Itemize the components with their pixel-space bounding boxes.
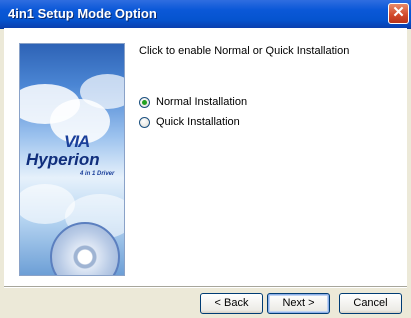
close-icon: ✕ bbox=[392, 4, 405, 21]
normal-installation-radio[interactable] bbox=[139, 96, 150, 108]
via-logo: VIA bbox=[64, 132, 90, 151]
quick-installation-label: Quick Installation bbox=[156, 116, 240, 128]
quick-installation-option[interactable]: Quick Installation bbox=[139, 115, 240, 129]
hyperion-banner-image: VIA Hyperion 4 in 1 Driver bbox=[19, 43, 125, 276]
back-button[interactable]: < Back bbox=[200, 293, 263, 314]
close-button[interactable]: ✕ bbox=[388, 3, 409, 24]
quick-installation-radio[interactable] bbox=[139, 116, 150, 128]
setup-dialog: 4in1 Setup Mode Option ✕ VIA Hyperion 4 … bbox=[0, 0, 411, 318]
product-name: Hyperion bbox=[26, 150, 100, 169]
footer-divider bbox=[4, 286, 407, 288]
normal-installation-option[interactable]: Normal Installation bbox=[139, 95, 247, 109]
product-subtitle: 4 in 1 Driver bbox=[80, 171, 115, 177]
title-bar[interactable]: 4in1 Setup Mode Option ✕ bbox=[0, 0, 411, 29]
window-title: 4in1 Setup Mode Option bbox=[8, 6, 157, 21]
next-button[interactable]: Next > bbox=[267, 293, 330, 314]
instruction-text: Click to enable Normal or Quick Installa… bbox=[139, 45, 350, 57]
cancel-button[interactable]: Cancel bbox=[339, 293, 402, 314]
normal-installation-label: Normal Installation bbox=[156, 96, 248, 108]
